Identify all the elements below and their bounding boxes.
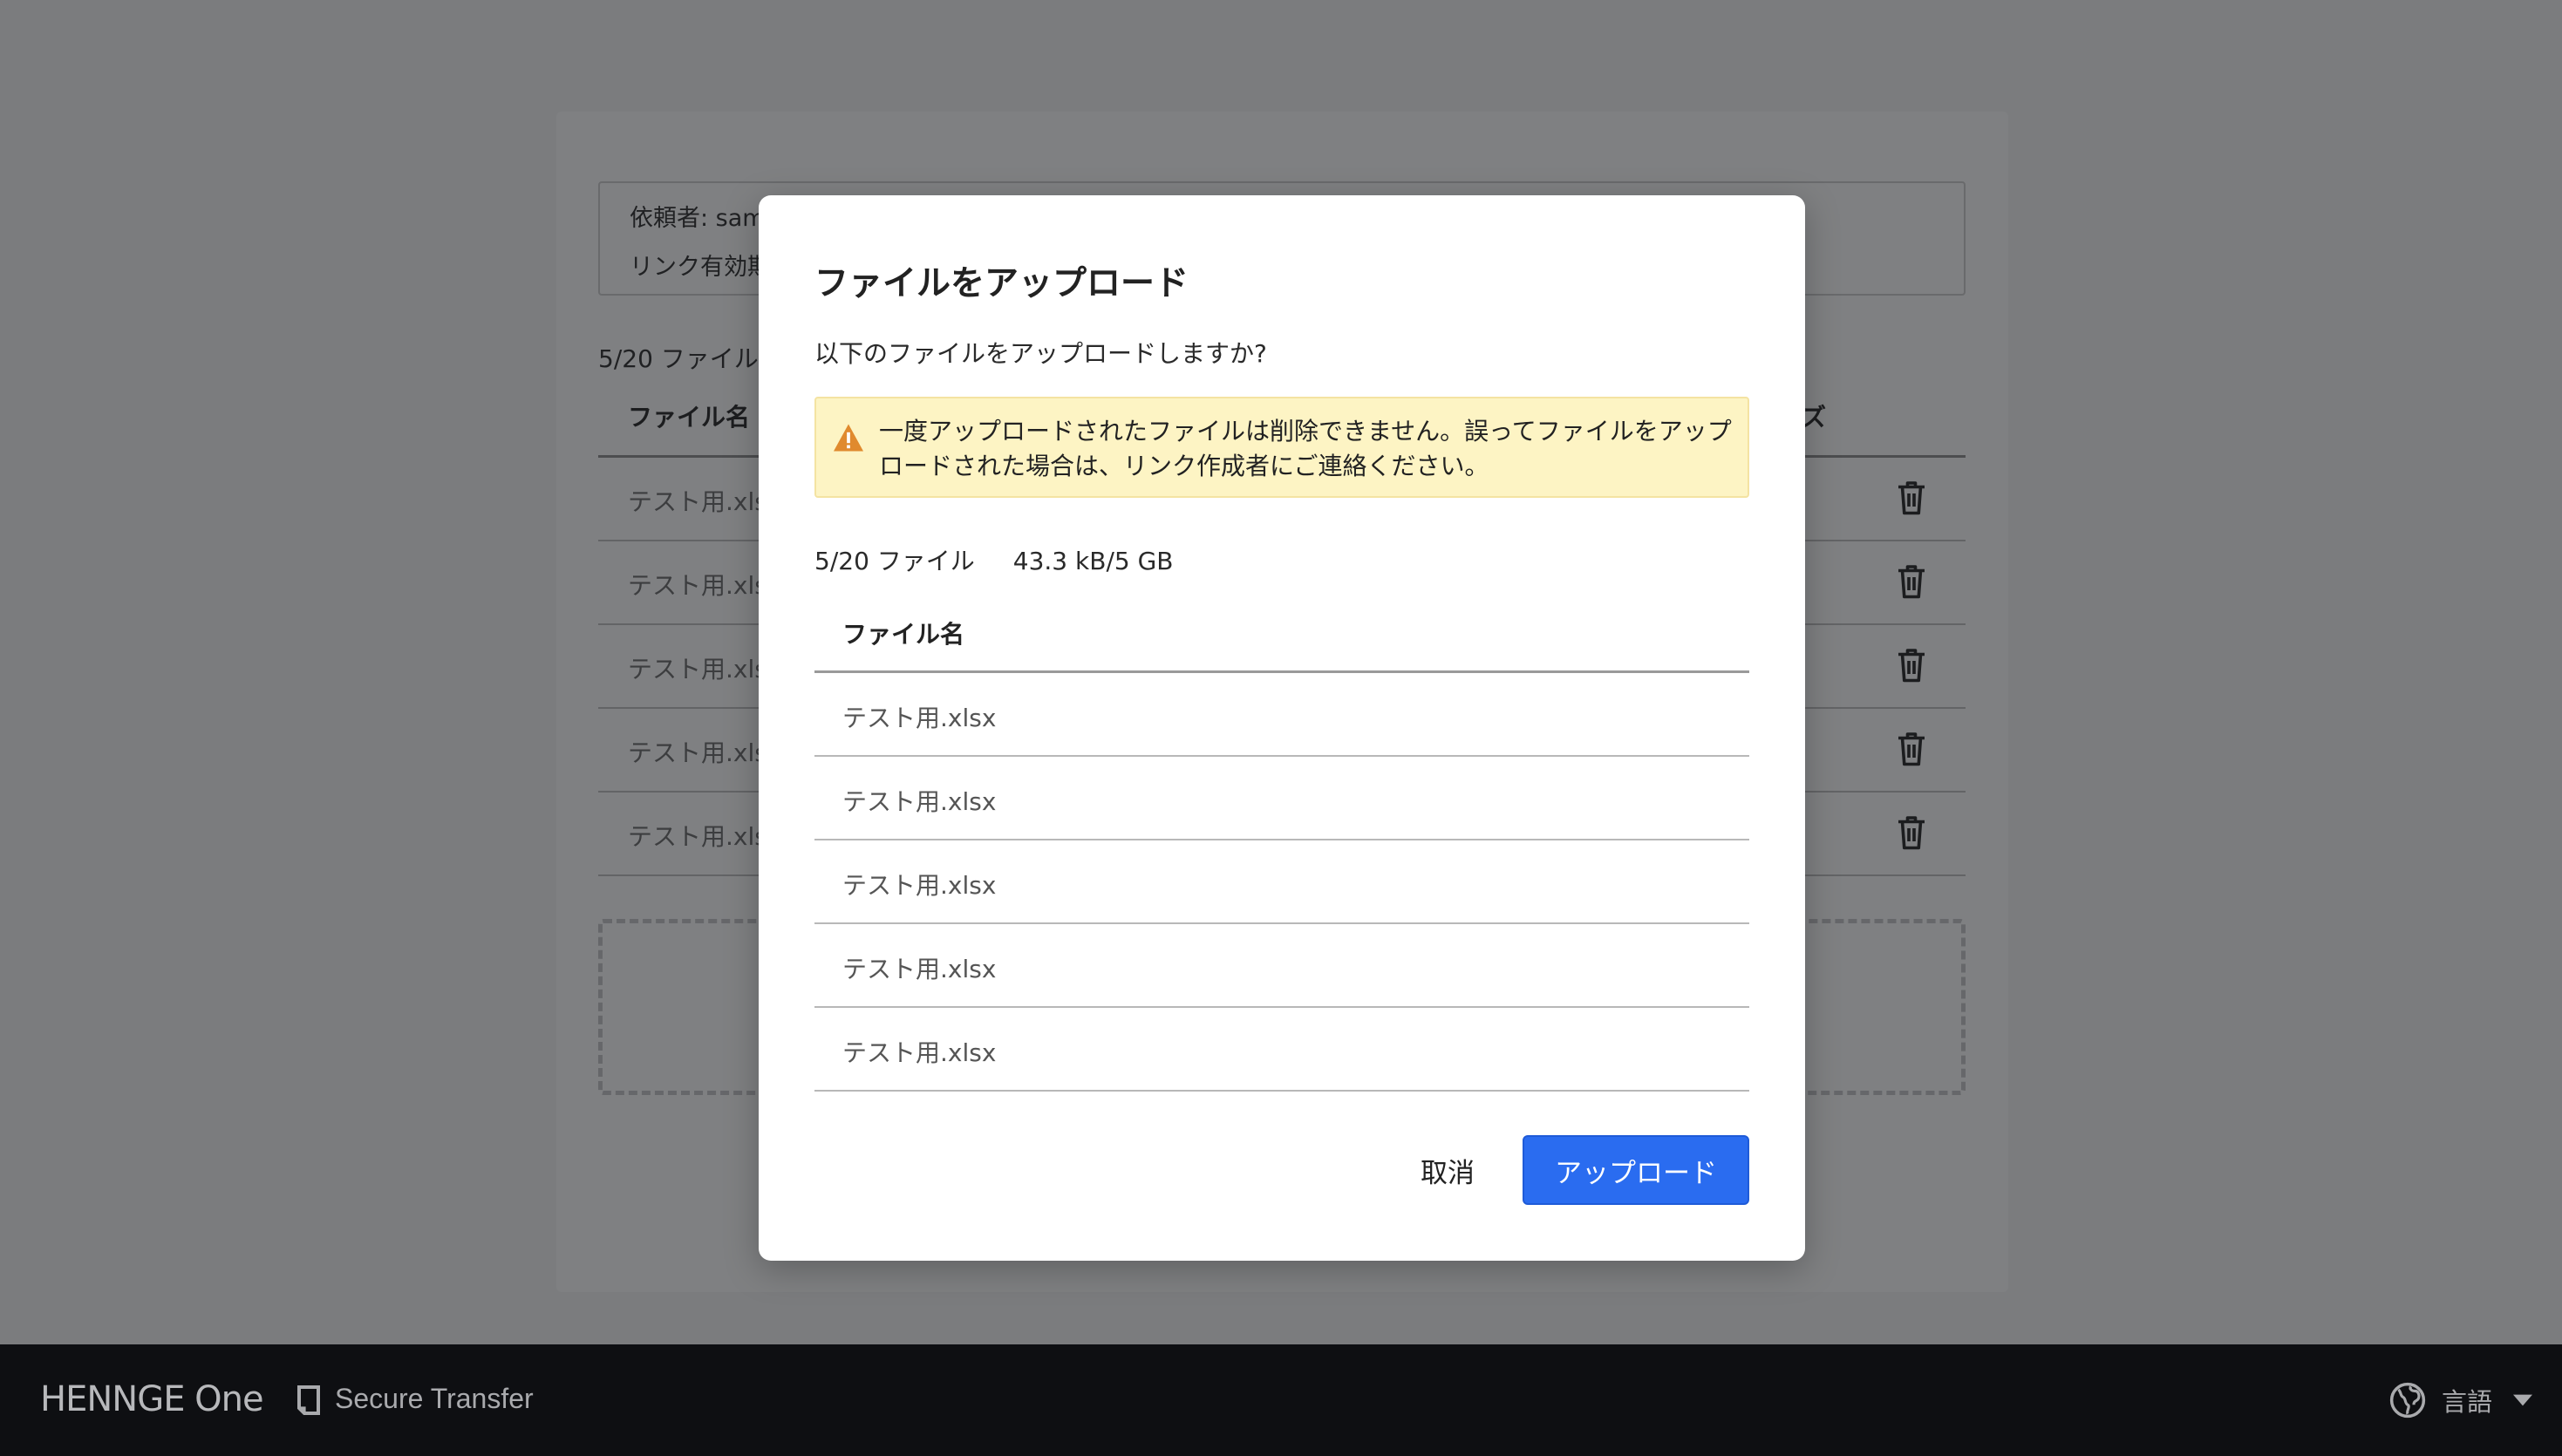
link-expiry-label: リンク有効期 <box>630 254 771 281</box>
file-name: テスト用.xlsx <box>842 1038 997 1067</box>
footer-bar: HENNGE One Secure Transfer 言語 <box>0 1344 2562 1456</box>
background-file-name: テスト用.xls <box>628 738 767 767</box>
trash-icon[interactable] <box>1896 731 1927 768</box>
background-file-name: テスト用.xls <box>628 487 767 516</box>
trash-icon[interactable] <box>1896 815 1927 852</box>
warning-banner: 一度アップロードされたファイルは削除できません。誤ってファイルをアップロードされ… <box>814 397 1749 498</box>
background-col-size: ズ <box>1801 403 1826 432</box>
trash-icon[interactable] <box>1896 564 1927 601</box>
language-label: 言語 <box>2441 1387 2492 1417</box>
warning-text: 一度アップロードされたファイルは削除できません。誤ってファイルをアップロードされ… <box>879 417 1732 480</box>
product-name: Secure Transfer <box>335 1383 534 1414</box>
file-name: テスト用.xlsx <box>842 955 997 983</box>
trash-icon[interactable] <box>1896 480 1927 517</box>
table-row: テスト用.xlsx <box>814 1008 1749 1092</box>
table-row: テスト用.xlsx <box>814 673 1749 757</box>
trash-icon[interactable] <box>1896 648 1927 684</box>
upload-summary: 5/20 ファイル 43.3 kB/5 GB <box>814 542 1174 577</box>
globe-icon <box>2389 1382 2426 1419</box>
document-icon <box>297 1385 320 1415</box>
background-file-name: テスト用.xls <box>628 822 767 851</box>
background-file-name: テスト用.xls <box>628 655 767 684</box>
requester-label: 依頼者: sam <box>630 205 766 232</box>
col-file-name: ファイル名 <box>842 620 965 649</box>
language-selector[interactable]: 言語 <box>2389 1376 2532 1425</box>
table-row: テスト用.xlsx <box>814 924 1749 1008</box>
upload-file-table: ファイル名 テスト用.xlsx テスト用.xlsx テスト用.xlsx テスト用… <box>814 596 1749 1092</box>
cancel-button[interactable]: 取消 <box>1387 1135 1509 1205</box>
file-name: テスト用.xlsx <box>842 787 997 816</box>
dialog-question: 以下のファイルをアップロードしますか? <box>814 339 1267 368</box>
file-name: テスト用.xlsx <box>842 871 997 900</box>
table-row: テスト用.xlsx <box>814 757 1749 840</box>
warning-triangle-icon <box>834 424 863 452</box>
caret-down-icon <box>2513 1394 2532 1406</box>
background-file-name: テスト用.xls <box>628 571 767 600</box>
upload-button[interactable]: アップロード <box>1523 1135 1749 1205</box>
dialog-title: ファイルをアップロード <box>814 264 1189 303</box>
upload-confirm-dialog: ファイルをアップロード 以下のファイルをアップロードしますか? 一度アップロード… <box>759 195 1805 1261</box>
background-file-count: 5/20 ファイル <box>598 344 759 373</box>
total-size: 43.3 kB/5 GB <box>1012 547 1174 575</box>
table-row: テスト用.xlsx <box>814 840 1749 924</box>
brand-logo: HENNGE One <box>40 1379 264 1419</box>
table-header: ファイル名 <box>814 596 1749 673</box>
background-col-name: ファイル名 <box>628 403 751 432</box>
file-count: 5/20 ファイル <box>814 547 975 575</box>
file-name: テスト用.xlsx <box>842 704 997 732</box>
